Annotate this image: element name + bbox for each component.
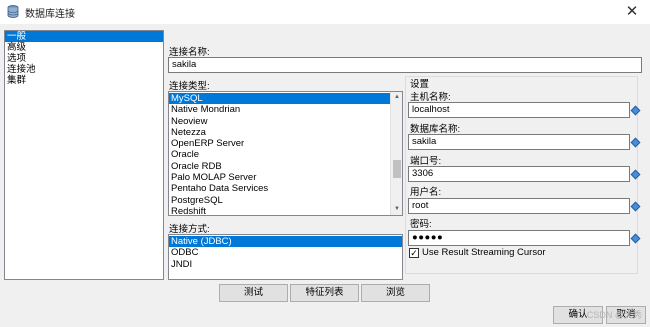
list-item[interactable]: Oracle [169,149,402,160]
hostname-label: 主机名称: [410,92,451,103]
settings-title: 设置 [410,79,430,90]
list-item[interactable]: MySQL [169,93,390,105]
sidebar-item-options[interactable]: 选项 [5,53,163,64]
test-button[interactable]: 测试 [219,284,288,302]
connection-name-input[interactable]: sakila [168,57,642,73]
access-method-list[interactable]: Native (JDBC) ODBC JNDI [168,234,403,280]
hostname-input[interactable]: localhost [408,102,630,118]
connection-name-label: 连接名称: [169,47,210,58]
list-item[interactable]: Native (JDBC) [169,236,402,248]
window-title: 数据库连接 [25,9,75,20]
close-icon[interactable]: ✕ [624,2,640,20]
password-input[interactable]: ●●●●● [408,230,630,246]
password-label: 密码: [410,219,432,230]
list-item[interactable]: ODBC [169,247,402,258]
database-name-label: 数据库名称: [410,124,461,135]
list-item[interactable]: Pentaho Data Services [169,183,402,194]
watermark: CSDN @大秀 [586,310,642,320]
connection-type-scrollbar[interactable]: ▲ ▼ [390,92,402,215]
database-icon [7,5,19,18]
scroll-up-icon[interactable]: ▲ [391,92,402,103]
port-label: 端口号: [410,156,442,167]
list-item[interactable]: Netezza [169,127,402,138]
username-label: 用户名: [410,187,442,198]
list-item[interactable]: Redshift [169,206,402,215]
sidebar-item-clustering[interactable]: 集群 [5,75,163,86]
list-item[interactable]: Native Mondrian [169,104,402,115]
sidebar-item-general[interactable]: 一般 [5,31,163,42]
feature-list-button[interactable]: 特征列表 [290,284,359,302]
database-name-input[interactable]: sakila [408,134,630,150]
list-item[interactable]: JNDI [169,259,402,270]
list-item[interactable]: OpenERP Server [169,138,402,149]
streaming-checkbox[interactable]: ✓ [409,248,419,258]
streaming-label: Use Result Streaming Cursor [422,247,546,258]
sidebar-item-pooling[interactable]: 连接池 [5,64,163,75]
connection-type-label: 连接类型: [169,81,210,92]
sidebar-item-advanced[interactable]: 高级 [5,42,163,53]
port-input[interactable]: 3306 [408,166,630,182]
list-item[interactable]: Oracle RDB [169,161,402,172]
connection-type-list[interactable]: MySQL Native Mondrian Neoview Netezza Op… [168,91,403,216]
sidebar-nav: 一般 高级 选项 连接池 集群 [4,30,164,280]
scroll-down-icon[interactable]: ▼ [391,204,402,215]
access-method-label: 连接方式: [169,224,210,235]
title-bar: 数据库连接 ✕ [0,0,650,24]
list-item[interactable]: PostgreSQL [169,195,402,206]
scroll-thumb[interactable] [393,160,401,178]
list-item[interactable]: Palo MOLAP Server [169,172,402,183]
explore-button[interactable]: 浏览 [361,284,430,302]
username-input[interactable]: root [408,198,630,214]
list-item[interactable]: Neoview [169,116,402,127]
